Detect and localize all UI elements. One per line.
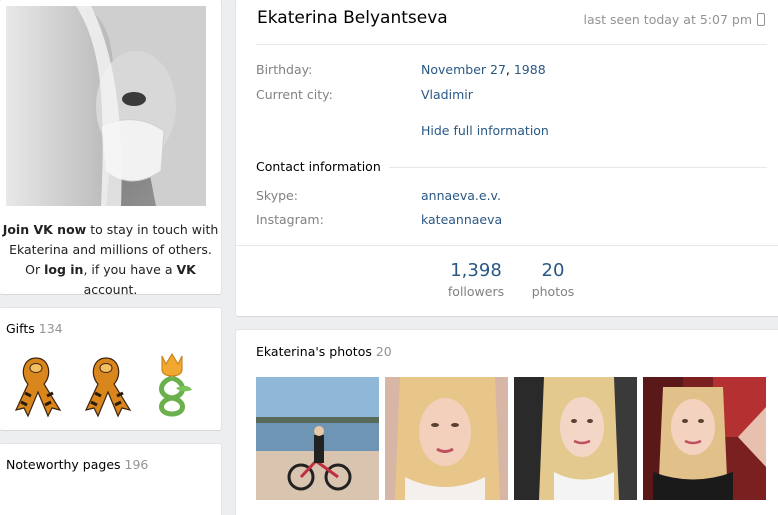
followers-counter[interactable]: 1,398 followers [446,260,506,299]
join-text-1: to stay in touch with [86,222,219,237]
followers-caption: followers [447,284,505,299]
skype-label: Skype: [256,188,298,203]
join-prompt: Join VK now to stay in touch with Ekater… [0,220,221,300]
gift-ribbon-icon[interactable] [78,348,134,418]
noteworthy-pages-title[interactable]: Noteworthy pages 196 [6,457,148,472]
profile-info-card: Ekaterina Belyantseva last seen today at… [236,0,778,316]
instagram-link[interactable]: kateannaeva [421,212,502,227]
join-mid: , if you have a [83,262,177,277]
login-link[interactable]: log in [44,262,83,277]
gifts-title[interactable]: Gifts 134 [6,321,63,336]
join-or: Or [25,262,45,277]
gifts-count: 134 [38,321,63,336]
photo-thumbnail[interactable] [385,377,508,500]
noteworthy-pages-block: Noteworthy pages 196 [0,444,221,515]
birthday-value: November 27, 1988 [421,62,546,77]
photos-block: Ekaterina's photos 20 [236,330,778,515]
birthday-year-link[interactable]: 1988 [514,62,546,77]
photo-thumbnail[interactable] [643,377,766,500]
profile-name: Ekaterina Belyantseva [257,8,448,28]
gifts-block: Gifts 134 [0,308,221,430]
contact-info-heading: Contact information [256,159,389,174]
photos-title[interactable]: Ekaterina's photos 20 [256,344,392,359]
header-divider [256,44,767,45]
birthday-label: Birthday: [256,62,313,77]
photos-counter[interactable]: 20 photos [526,260,580,299]
join-end: account. [83,282,138,297]
photos-title-count: 20 [375,344,392,359]
profile-photo[interactable] [6,6,206,206]
city-link[interactable]: Vladimir [421,87,473,102]
city-label: Current city: [256,87,333,102]
gifts-label: Gifts [6,321,35,336]
followers-count: 1,398 [450,260,502,281]
photo-thumbnail[interactable] [256,377,379,500]
join-text-2: Ekaterina and millions of others. [9,242,212,257]
instagram-label: Instagram: [256,212,324,227]
mobile-phone-icon [757,13,765,26]
birthday-separator: , [505,62,514,77]
join-link[interactable]: Join VK now [3,222,87,237]
noteworthy-label: Noteworthy pages [6,457,121,472]
photos-caption: photos [531,284,575,299]
skype-link[interactable]: annaeva.e.v. [421,188,501,203]
last-seen-status: last seen today at 5:07 pm [583,12,752,27]
vk-brand: VK [176,262,196,277]
gift-ribbon-icon[interactable] [8,348,64,418]
photos-title-label: Ekaterina's photos [256,344,372,359]
avatar-card: Join VK now to stay in touch with Ekater… [0,0,221,297]
gift-tulip-eight-icon[interactable] [146,348,202,418]
birthday-date-link[interactable]: November 27 [421,62,506,77]
counters-divider [236,245,778,246]
hide-full-info-link[interactable]: Hide full information [421,123,549,138]
photo-thumbnail[interactable] [514,377,637,500]
photos-count: 20 [541,260,565,281]
noteworthy-count: 196 [124,457,149,472]
